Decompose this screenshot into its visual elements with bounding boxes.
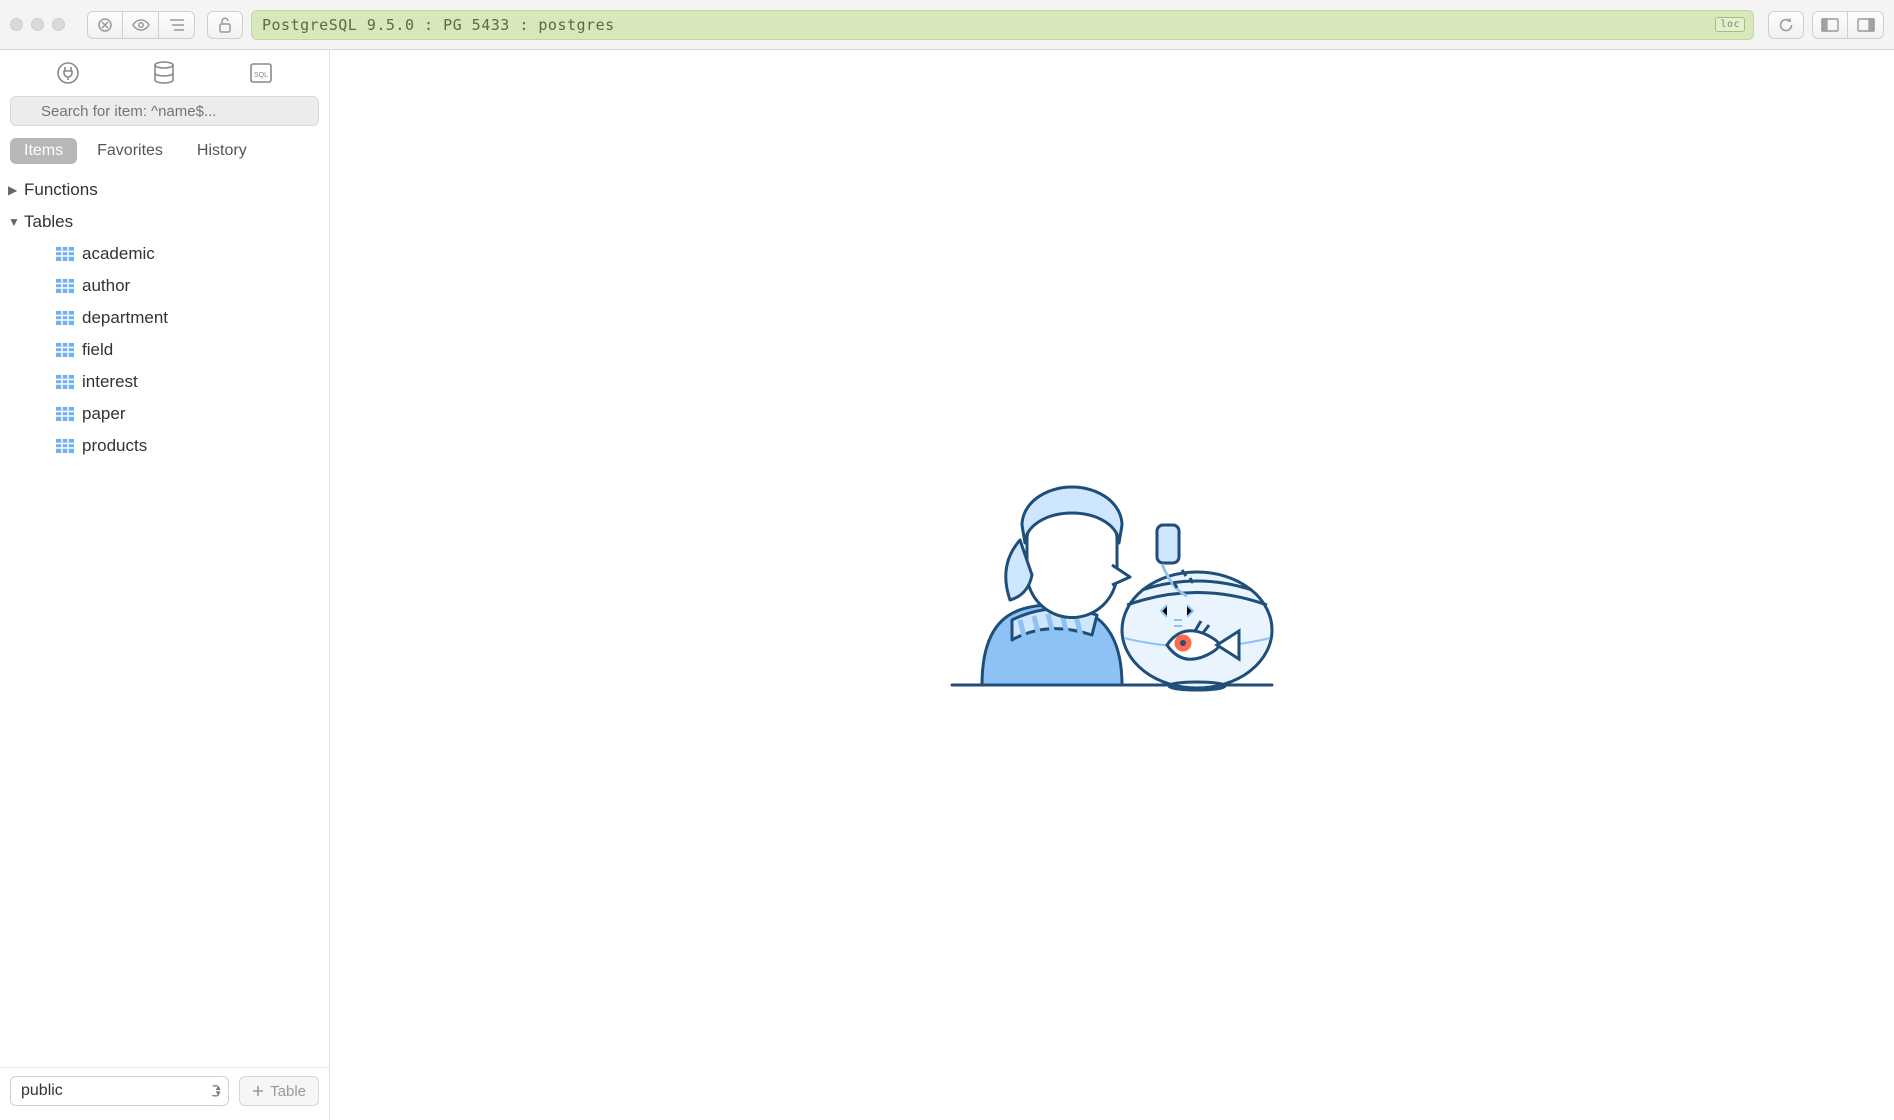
table-item-label: academic — [82, 244, 155, 264]
tables-list: academic author — [6, 238, 323, 462]
add-table-button[interactable]: Table — [239, 1076, 319, 1106]
table-item-label: field — [82, 340, 113, 360]
connection-bar[interactable]: PostgreSQL 9.5.0 : PG 5433 : postgres lo… — [251, 10, 1754, 40]
lock-button[interactable] — [207, 11, 243, 39]
close-window-icon[interactable] — [10, 18, 23, 31]
cancel-icon — [97, 17, 113, 33]
table-item[interactable]: products — [56, 430, 323, 462]
titlebar: PostgreSQL 9.5.0 : PG 5433 : postgres lo… — [0, 0, 1894, 50]
sidebar-footer: public ▲▼ Table — [0, 1067, 329, 1120]
tree-section-functions[interactable]: ▶ Functions — [6, 174, 323, 206]
table-item-label: interest — [82, 372, 138, 392]
svg-text:SQL: SQL — [254, 72, 268, 79]
content — [330, 50, 1894, 1120]
database-icon — [153, 61, 175, 85]
empty-state-illustration — [942, 470, 1282, 700]
tab-favorites[interactable]: Favorites — [83, 138, 177, 164]
view-button[interactable] — [123, 11, 159, 39]
table-item-label: products — [82, 436, 147, 456]
table-icon — [56, 247, 74, 261]
filter-button[interactable] — [159, 11, 195, 39]
schema-select[interactable]: public ▲▼ — [10, 1076, 229, 1106]
right-panel-toggle[interactable] — [1848, 11, 1884, 39]
sql-icon: SQL — [249, 62, 273, 84]
tree-section-tables[interactable]: ▼ Tables — [6, 206, 323, 238]
schema-select-value: public — [21, 1082, 63, 1100]
main: SQL Items Favorites History ▶ Functions … — [0, 50, 1894, 1120]
refresh-icon — [1778, 17, 1794, 33]
plus-icon — [252, 1085, 264, 1097]
sidebar-toolbar: SQL — [0, 50, 329, 96]
table-item[interactable]: field — [56, 334, 323, 366]
table-item[interactable]: author — [56, 270, 323, 302]
table-icon — [56, 311, 74, 325]
chevron-right-icon: ▶ — [8, 183, 20, 197]
cancel-button[interactable] — [87, 11, 123, 39]
table-icon — [56, 279, 74, 293]
eye-icon — [132, 19, 150, 31]
tree-section-label: Functions — [24, 180, 98, 200]
table-icon — [56, 407, 74, 421]
search-wrap — [0, 96, 329, 134]
table-item-label: paper — [82, 404, 125, 424]
minimize-window-icon[interactable] — [31, 18, 44, 31]
filter-lines-icon — [169, 18, 185, 32]
table-item[interactable]: department — [56, 302, 323, 334]
plug-icon — [56, 61, 80, 85]
refresh-button[interactable] — [1768, 11, 1804, 39]
table-item[interactable]: academic — [56, 238, 323, 270]
left-panel-toggle[interactable] — [1812, 11, 1848, 39]
table-item[interactable]: interest — [56, 366, 323, 398]
search-input[interactable] — [10, 96, 319, 126]
table-icon — [56, 343, 74, 357]
table-item[interactable]: paper — [56, 398, 323, 430]
toolbar-group-nav — [87, 11, 195, 39]
tab-items[interactable]: Items — [10, 138, 77, 164]
table-icon — [56, 375, 74, 389]
table-item-label: department — [82, 308, 168, 328]
chevron-down-icon: ▼ — [8, 215, 20, 229]
table-item-label: author — [82, 276, 130, 296]
table-icon — [56, 439, 74, 453]
location-badge: loc — [1715, 17, 1745, 32]
window-controls — [10, 18, 65, 31]
panel-right-icon — [1857, 18, 1875, 32]
lock-open-icon — [218, 17, 232, 33]
sidebar: SQL Items Favorites History ▶ Functions … — [0, 50, 330, 1120]
sql-icon-btn[interactable]: SQL — [248, 60, 274, 86]
zoom-window-icon[interactable] — [52, 18, 65, 31]
tree-section-label: Tables — [24, 212, 73, 232]
panel-left-icon — [1821, 18, 1839, 32]
connection-icon[interactable] — [55, 60, 81, 86]
add-table-label: Table — [270, 1083, 306, 1100]
tree: ▶ Functions ▼ Tables academic — [0, 172, 329, 1067]
tab-history[interactable]: History — [183, 138, 261, 164]
updown-icon: ▲▼ — [214, 1085, 222, 1097]
sidebar-tabs: Items Favorites History — [0, 134, 329, 172]
connection-label: PostgreSQL 9.5.0 : PG 5433 : postgres — [262, 16, 615, 34]
database-icon-btn[interactable] — [151, 60, 177, 86]
toolbar-group-panels — [1812, 11, 1884, 39]
